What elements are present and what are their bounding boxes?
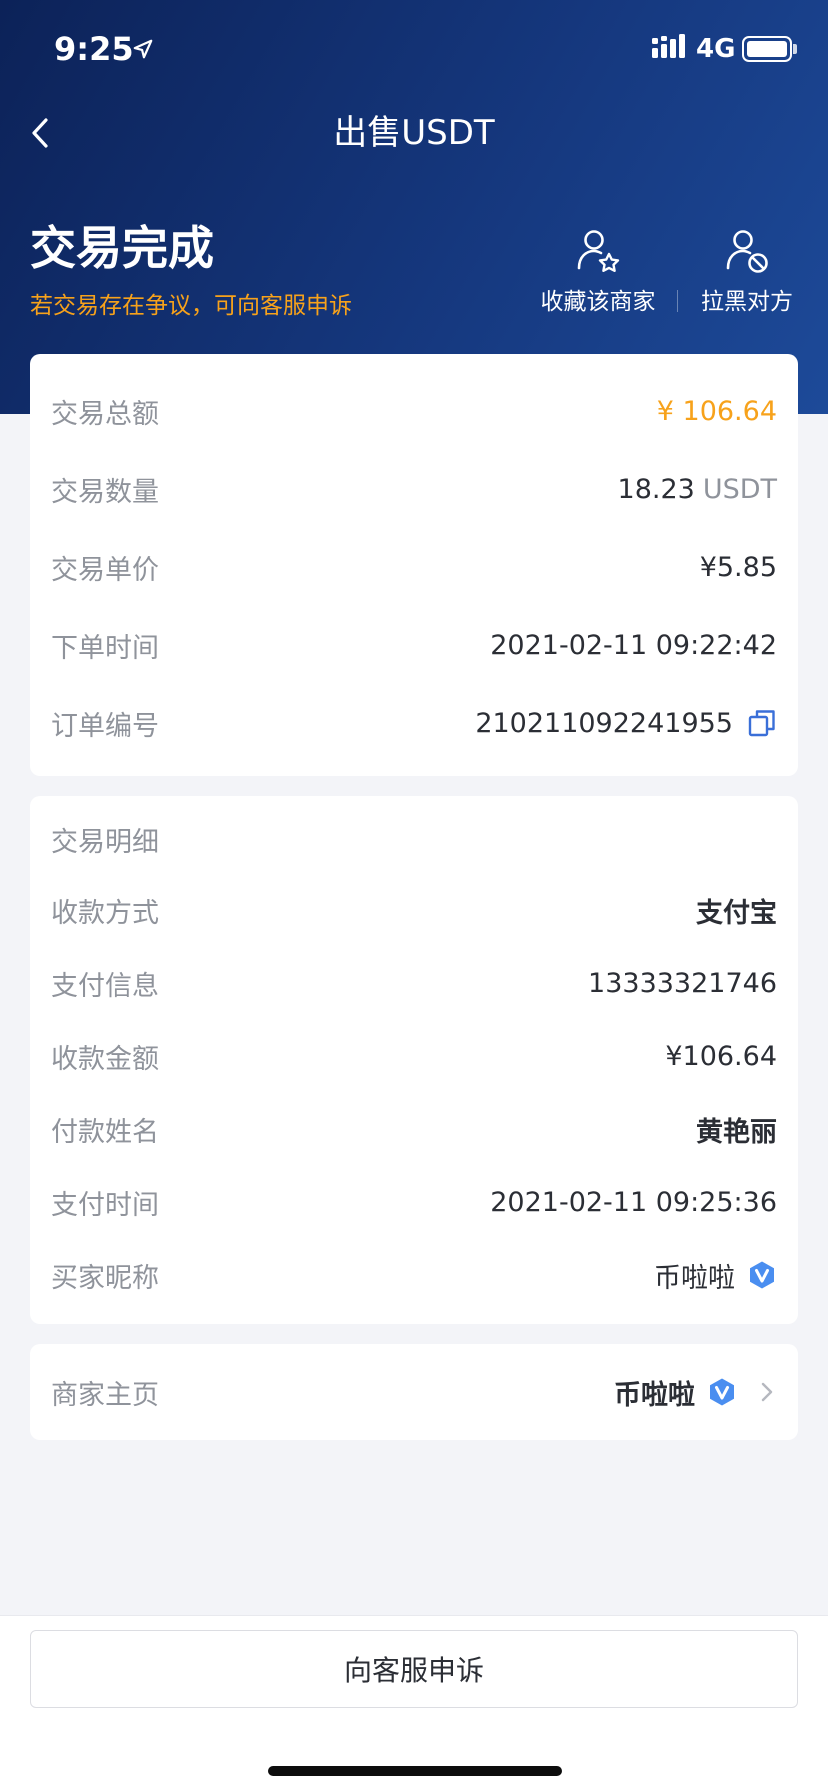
payment-info-label: 支付信息	[51, 970, 159, 1002]
payer-name-value: 黄艳丽	[696, 1116, 777, 1148]
home-indicator	[268, 1766, 562, 1776]
dispute-hint: 若交易存在争议，可向客服申诉	[30, 293, 352, 319]
details-section-label: 交易明细	[51, 826, 159, 858]
signal-icon	[652, 34, 685, 58]
payment-time-label: 支付时间	[51, 1189, 159, 1221]
user-star-icon	[577, 230, 620, 272]
favorite-merchant-button[interactable]: 收藏该商家	[534, 228, 662, 316]
received-amount-label: 收款金额	[51, 1043, 159, 1075]
buyer-nickname-value: 币啦啦	[654, 1262, 735, 1294]
buyer-nickname-row: 买家昵称 币啦啦	[30, 1245, 798, 1305]
verified-badge-icon	[750, 1261, 774, 1289]
payer-name-label: 付款姓名	[51, 1116, 159, 1148]
buyer-nickname-label: 买家昵称	[51, 1262, 159, 1294]
order-time-value: 2021-02-11 09:22:42	[490, 629, 777, 661]
quantity-row: 交易数量 18.23 USDT	[30, 459, 798, 519]
trade-summary-card: 交易总额 ¥ 106.64 交易数量 18.23 USDT 交易单价 ¥5.85…	[30, 354, 798, 776]
status-time: 9:25	[54, 30, 134, 68]
quantity-unit: USDT	[702, 473, 777, 505]
quantity-value-group: 18.23 USDT	[618, 474, 777, 505]
order-time-row: 下单时间 2021-02-11 09:22:42	[30, 615, 798, 675]
buyer-nickname-value-group: 币啦啦	[654, 1256, 777, 1295]
battery-icon	[742, 36, 792, 62]
payment-time-value: 2021-02-11 09:25:36	[490, 1186, 777, 1218]
order-number-value-group: 210211092241955	[475, 708, 777, 739]
location-arrow-icon	[133, 39, 153, 59]
block-user-label: 拉黑对方	[701, 289, 793, 315]
quantity-label: 交易数量	[51, 476, 159, 508]
payment-time-row: 支付时间 2021-02-11 09:25:36	[30, 1172, 798, 1232]
merchant-home-card[interactable]: 商家主页 币啦啦	[30, 1344, 798, 1440]
merchant-home-label: 商家主页	[51, 1379, 159, 1411]
total-amount-value: ¥ 106.64	[656, 395, 777, 427]
received-amount-row: 收款金额 ¥106.64	[30, 1026, 798, 1086]
order-number-value: 210211092241955	[475, 707, 733, 739]
merchant-value-group: 币啦啦	[614, 1373, 777, 1412]
details-header-row: 交易明细	[30, 809, 798, 869]
block-user-button[interactable]: 拉黑对方	[692, 228, 802, 316]
page-title: 出售USDT	[333, 113, 495, 153]
order-number-label: 订单编号	[51, 710, 159, 742]
network-type: 4G	[696, 34, 736, 64]
order-number-row: 订单编号 210211092241955	[30, 693, 798, 753]
user-block-icon	[726, 230, 768, 273]
battery-cap	[793, 44, 797, 54]
appeal-to-support-button[interactable]: 向客服申诉	[30, 1630, 798, 1708]
favorite-merchant-label: 收藏该商家	[540, 289, 656, 315]
order-time-label: 下单时间	[51, 632, 159, 664]
action-divider	[677, 290, 678, 312]
quantity-value: 18.23	[617, 473, 695, 505]
merchant-home-row[interactable]: 商家主页 币啦啦	[30, 1362, 798, 1422]
total-amount-row: 交易总额 ¥ 106.64	[30, 381, 798, 441]
verified-badge-icon	[710, 1378, 734, 1406]
order-detail-page: 9:25 4G 出售USDT 交易完成 若交易存在争议，可向客服申诉 收藏该商家	[0, 0, 828, 1792]
status-bar: 9:25 4G	[0, 0, 828, 100]
unit-price-label: 交易单价	[51, 554, 159, 586]
payment-method-value: 支付宝	[696, 897, 777, 929]
unit-price-row: 交易单价 ¥5.85	[30, 537, 798, 597]
chevron-right-icon	[761, 1382, 773, 1402]
total-amount-label: 交易总额	[51, 398, 159, 430]
bottom-action-bar: 向客服申诉	[0, 1615, 828, 1792]
payment-info-row: 支付信息 13333321746	[30, 953, 798, 1013]
received-amount-value: ¥106.64	[665, 1040, 777, 1072]
merchant-name: 币啦啦	[614, 1379, 695, 1411]
payment-method-row: 收款方式 支付宝	[30, 880, 798, 940]
payer-name-row: 付款姓名 黄艳丽	[30, 1099, 798, 1159]
copy-icon[interactable]	[747, 708, 777, 738]
trade-status-title: 交易完成	[30, 221, 214, 275]
trade-details-card: 交易明细 收款方式 支付宝 支付信息 13333321746 收款金额 ¥106…	[30, 796, 798, 1324]
unit-price-value: ¥5.85	[699, 551, 777, 583]
payment-info-value: 13333321746	[588, 967, 777, 999]
payment-method-label: 收款方式	[51, 897, 159, 929]
